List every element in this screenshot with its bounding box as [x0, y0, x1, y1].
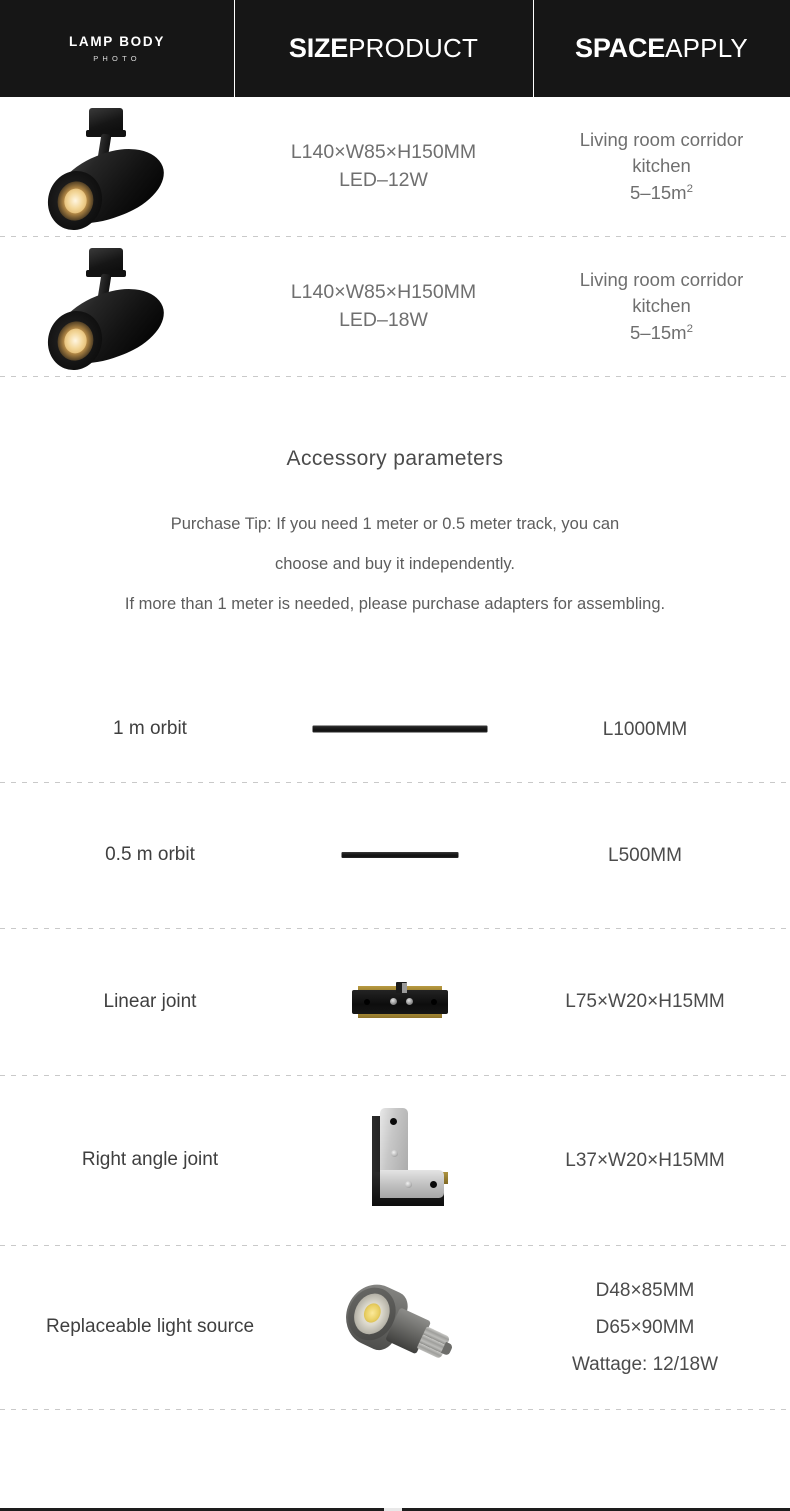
- accessory-spec-line1: L37×W20×H15MM: [565, 1149, 725, 1171]
- accessory-spec-line1: D48×85MM: [595, 1279, 695, 1301]
- accessory-spec-line1: L75×W20×H15MM: [565, 991, 725, 1013]
- accessory-name: Linear joint: [103, 990, 197, 1012]
- accessory-row-right-angle-joint: Right angle joint L37×W20×H15MM: [0, 1076, 790, 1245]
- spec-table-header: LAMP BODY PHOTO SIZEPRODUCT SPACEAPPLY: [0, 0, 790, 97]
- accessory-row-linear-joint: Linear joint L75×W20×H15MM: [0, 929, 790, 1075]
- accessory-name: 0.5 m orbit: [105, 844, 195, 866]
- purchase-tip-line3: If more than 1 meter is needed, please p…: [124, 594, 666, 613]
- header-divider-1: [234, 0, 235, 97]
- header-divider-2: [533, 0, 534, 97]
- track-rail-icon: [312, 725, 488, 733]
- accessory-name: Replaceable light source: [45, 1316, 255, 1338]
- brand-title: LAMP BODY: [68, 34, 166, 49]
- product-space-line1: Living room corridor: [579, 269, 744, 291]
- section-title-accessory: Accessory parameters: [286, 447, 504, 470]
- product-spec-page: LAMP BODY PHOTO SIZEPRODUCT SPACEAPPLY L…: [0, 0, 790, 1511]
- product-size-line2: LED–12W: [339, 168, 428, 191]
- product-image-cell: [0, 97, 234, 240]
- l-shape-connector-icon: [350, 1106, 450, 1214]
- accessory-name: Right angle joint: [81, 1149, 219, 1171]
- product-space-cell: Living room corridor kitchen 5–15m2: [533, 237, 790, 376]
- header-size-light: PRODUCT: [348, 33, 479, 63]
- accessory-name: 1 m orbit: [113, 718, 187, 740]
- accessory-spec-line3: Wattage: 12/18W: [571, 1353, 719, 1375]
- accessory-image-cell: [300, 677, 500, 782]
- product-space-cell: Living room corridor kitchen 5–15m2: [533, 97, 790, 236]
- header-col-lamp-body: LAMP BODY PHOTO: [0, 0, 234, 97]
- track-spotlight-icon: [39, 246, 192, 380]
- product-size-cell: L140×W85×H150MM LED–12W: [234, 97, 533, 236]
- accessory-image-cell: [300, 783, 500, 928]
- accessory-spec: L75×W20×H15MM: [500, 983, 790, 1020]
- header-size-strong: SIZE: [288, 33, 349, 63]
- track-spotlight-icon: [39, 106, 192, 240]
- purchase-tip-line1: Purchase Tip: If you need 1 meter or 0.5…: [170, 515, 620, 533]
- accessory-row-1m-orbit: 1 m orbit L1000MM: [0, 677, 790, 782]
- product-size-line1: L140×W85×H150MM: [290, 140, 477, 163]
- accessory-spec: L500MM: [500, 837, 790, 874]
- header-col-size: SIZEPRODUCT: [234, 0, 533, 97]
- accessory-row-light-source: Replaceable light source D48×85MM D65×90…: [0, 1246, 790, 1409]
- table-row: L140×W85×H150MM LED–12W Living room corr…: [0, 97, 790, 240]
- purchase-tip-block: Purchase Tip: If you need 1 meter or 0.5…: [0, 505, 790, 625]
- accessory-image-cell: [300, 929, 500, 1075]
- product-space-line2: kitchen: [632, 295, 691, 317]
- brand-subtitle: PHOTO: [93, 53, 141, 63]
- accessory-image-cell: [300, 1246, 500, 1409]
- product-size-cell: L140×W85×H150MM LED–18W: [234, 237, 533, 376]
- accessory-divider: [0, 1408, 790, 1410]
- header-space-caption: SPACEAPPLY: [575, 35, 748, 62]
- header-size-caption: SIZEPRODUCT: [289, 35, 478, 62]
- header-space-light: APPLY: [665, 33, 748, 63]
- header-space-strong: SPACE: [575, 33, 666, 63]
- accessory-spec-line1: L1000MM: [602, 718, 688, 740]
- header-col-space: SPACEAPPLY: [533, 0, 790, 97]
- product-space-line1: Living room corridor: [579, 129, 744, 151]
- product-image-cell: [0, 237, 234, 380]
- accessory-row-half-m-orbit: 0.5 m orbit L500MM: [0, 783, 790, 928]
- product-size-line1: L140×W85×H150MM: [290, 280, 477, 303]
- brand-block: LAMP BODY PHOTO: [69, 35, 165, 62]
- accessory-spec: D48×85MM D65×90MM Wattage: 12/18W: [500, 1272, 790, 1383]
- product-space-line2: kitchen: [632, 155, 691, 177]
- product-space-line3: 5–15m2: [630, 181, 693, 203]
- accessory-spec: L1000MM: [500, 711, 790, 748]
- track-rail-icon: [341, 852, 459, 859]
- product-space-line3: 5–15m2: [630, 321, 693, 343]
- led-bulb-icon: [336, 1275, 464, 1380]
- table-row: L140×W85×H150MM LED–18W Living room corr…: [0, 237, 790, 380]
- accessory-spec-line2: D65×90MM: [595, 1316, 695, 1338]
- accessory-spec-line1: L500MM: [608, 844, 682, 866]
- accessory-spec: L37×W20×H15MM: [500, 1142, 790, 1179]
- purchase-tip-line2: choose and buy it independently.: [274, 554, 516, 573]
- product-size-line2: LED–18W: [339, 308, 428, 331]
- accessory-image-cell: [300, 1076, 500, 1245]
- linear-connector-icon: [352, 981, 448, 1022]
